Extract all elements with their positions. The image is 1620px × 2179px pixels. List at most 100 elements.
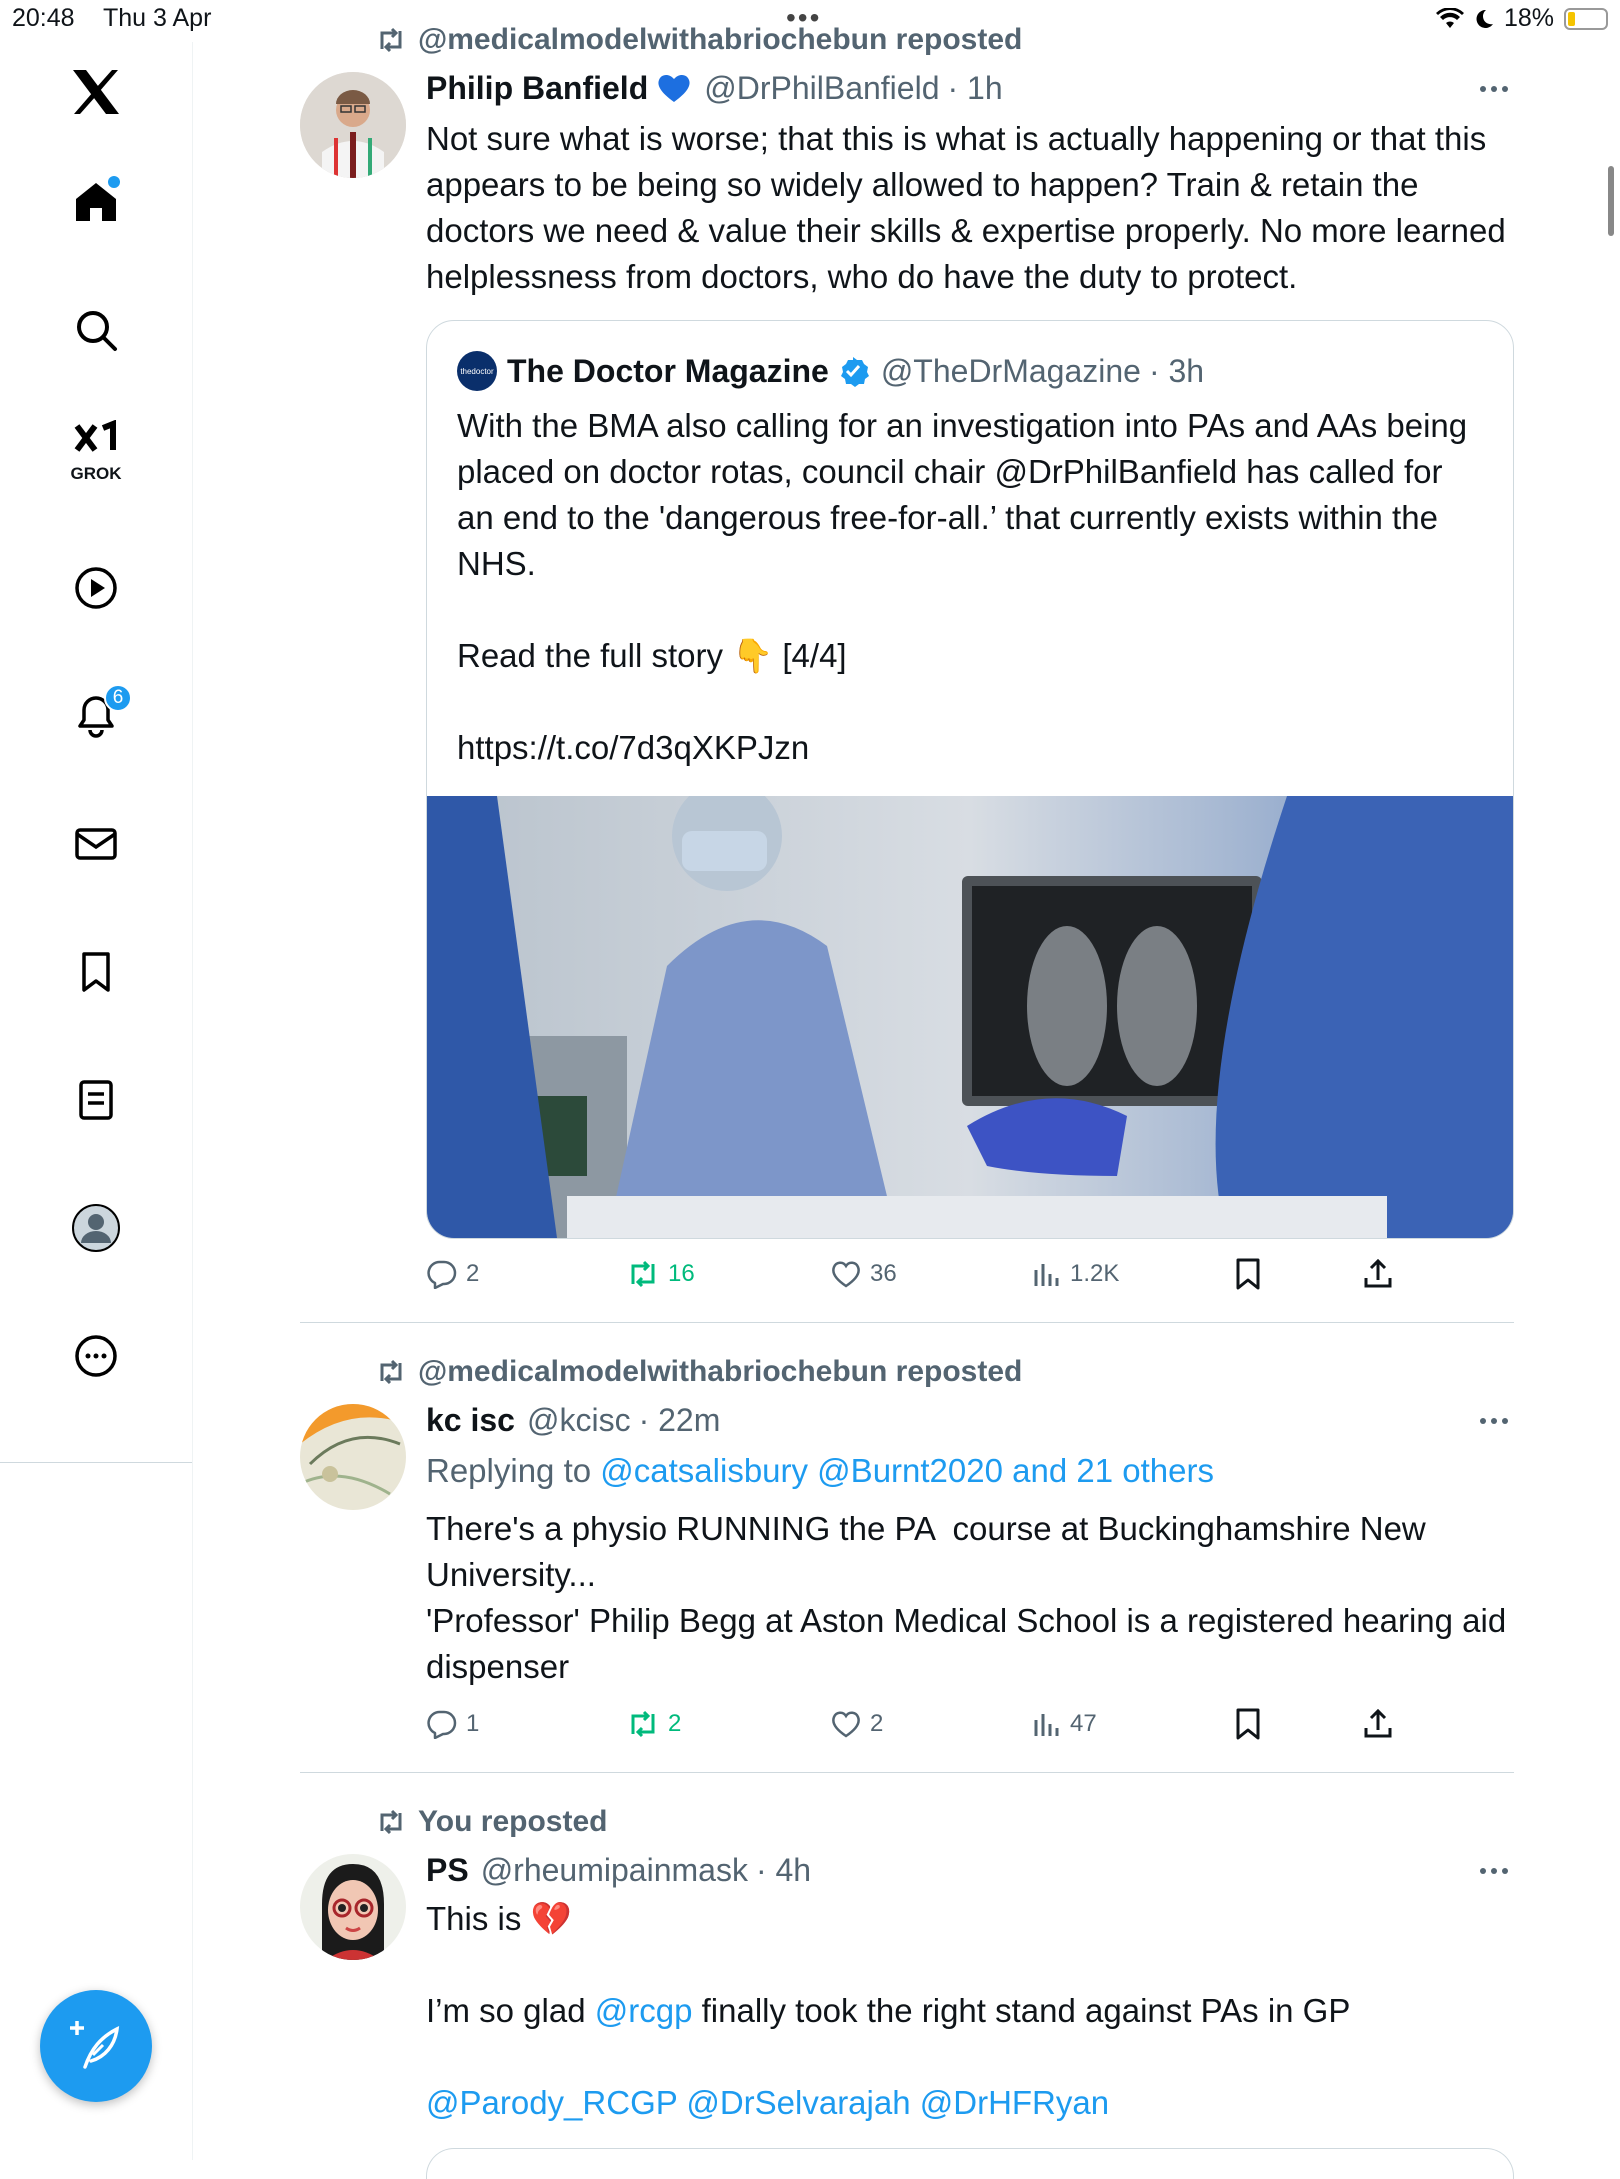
- post-time[interactable]: · 4h: [756, 1852, 811, 1889]
- analytics-icon: [1034, 1264, 1059, 1286]
- ellipsis-icon: [1480, 86, 1508, 92]
- share-icon: [1364, 1708, 1392, 1738]
- notifications-badge: 6: [104, 684, 132, 712]
- bookmark-icon: [1236, 1708, 1260, 1740]
- author-name[interactable]: PS: [426, 1852, 469, 1889]
- status-time: 20:48: [12, 4, 75, 32]
- like-button[interactable]: 2: [830, 1704, 883, 1744]
- repost-button[interactable]: 16: [626, 1254, 695, 1294]
- sidebar-nav: GROK 6: [0, 42, 193, 2160]
- views-button[interactable]: 1.2K: [1032, 1254, 1119, 1294]
- reply-icon: [427, 1260, 457, 1289]
- replying-to: Replying to @catsalisbury @Burnt2020 and…: [426, 1452, 1214, 1490]
- views-button[interactable]: 47: [1032, 1704, 1097, 1744]
- moon-icon: [1476, 9, 1493, 28]
- battery-icon: [1564, 7, 1608, 30]
- list-icon: [79, 1080, 113, 1120]
- sidebar-item-explore[interactable]: [66, 300, 126, 360]
- quote-author-name[interactable]: The Doctor Magazine: [507, 353, 829, 390]
- more-options-button[interactable]: [1474, 1406, 1514, 1436]
- compose-post-button[interactable]: [40, 1990, 152, 2102]
- quote-media-image[interactable]: [427, 781, 1513, 1238]
- author-name[interactable]: kc isc: [426, 1402, 515, 1439]
- share-icon: [1364, 1258, 1392, 1288]
- author-handle[interactable]: @DrPhilBanfield: [704, 70, 939, 107]
- tweet-header: PS @rheumipainmask · 4h: [426, 1850, 811, 1890]
- status-indicators: 18%: [1435, 4, 1608, 33]
- mention-links[interactable]: @Parody_RCGP @DrSelvarajah @DrHFRyan: [426, 2080, 1516, 2126]
- like-button[interactable]: 36: [830, 1254, 897, 1294]
- post-time[interactable]: · 1h: [947, 70, 1002, 107]
- sidebar-item-grok[interactable]: GROK: [66, 420, 126, 500]
- x-logo-icon[interactable]: [66, 62, 126, 122]
- tweet-divider: [300, 1772, 1514, 1773]
- repost-indicator: You reposted: [376, 1804, 607, 1840]
- repost-label: @medicalmodelwithabriochebun reposted: [418, 23, 1023, 56]
- author-handle[interactable]: @rheumipainmask: [481, 1852, 748, 1889]
- author-handle[interactable]: @kcisc: [527, 1402, 631, 1439]
- heart-icon: [832, 1261, 860, 1288]
- sidebar-item-lists[interactable]: [66, 1070, 126, 1130]
- quoted-tweet[interactable]: thedoctor The Doctor Magazine @TheDrMaga…: [426, 320, 1514, 1239]
- avatar[interactable]: [300, 1854, 406, 1960]
- views-count: 47: [1070, 1710, 1097, 1737]
- more-options-button[interactable]: [1474, 74, 1514, 104]
- quote-text: With the BMA also calling for an investi…: [457, 407, 1468, 766]
- search-icon: [77, 311, 117, 351]
- tweet-text-line-1: This is 💔: [426, 1900, 572, 1937]
- sidebar-item-video[interactable]: [66, 558, 126, 618]
- heart-icon: [832, 1711, 860, 1738]
- quote-post-time: · 3h: [1148, 352, 1205, 389]
- share-button[interactable]: [1362, 1254, 1394, 1294]
- reply-count: 2: [466, 1260, 480, 1287]
- quoted-tweet[interactable]: [426, 2148, 1514, 2179]
- tweet-divider: [300, 1322, 1514, 1323]
- sidebar-item-bookmarks[interactable]: [66, 942, 126, 1002]
- tweet-text-part: I’m so glad: [426, 1992, 586, 2029]
- repost-indicator: @medicalmodelwithabriochebun reposted: [376, 1354, 1022, 1390]
- tweet-text: Not sure what is worse; that this is wha…: [426, 120, 1515, 295]
- tweet-actions: 1 2 2 47: [426, 1704, 1426, 1744]
- bookmark-button[interactable]: [1234, 1254, 1262, 1294]
- replying-to-users[interactable]: @catsalisbury @Burnt2020 and 21 others: [600, 1452, 1214, 1489]
- avatar[interactable]: [300, 1404, 406, 1510]
- analytics-icon: [1034, 1714, 1059, 1736]
- verified-badge-icon: [840, 357, 869, 387]
- post-time[interactable]: · 22m: [639, 1402, 721, 1439]
- repost-icon: [631, 1260, 655, 1288]
- status-date: Thu 3 Apr: [103, 4, 212, 32]
- repost-label: You reposted: [418, 1805, 608, 1838]
- repost-icon: [380, 1809, 402, 1835]
- play-circle-icon: [75, 567, 117, 609]
- mention-link[interactable]: @rcgp: [595, 1992, 693, 2029]
- more-circle-icon: [75, 1335, 117, 1377]
- repost-label: @medicalmodelwithabriochebun reposted: [418, 1355, 1023, 1388]
- like-count: 2: [870, 1710, 884, 1737]
- reply-button[interactable]: 1: [426, 1704, 479, 1744]
- blue-heart-icon: [658, 74, 690, 102]
- profile-avatar-icon: [72, 1204, 120, 1252]
- mail-icon: [75, 828, 117, 860]
- more-options-button[interactable]: [1474, 1856, 1514, 1886]
- bookmark-button[interactable]: [1234, 1704, 1262, 1744]
- repost-button[interactable]: 2: [626, 1704, 681, 1744]
- avatar[interactable]: [300, 72, 406, 178]
- sidebar-item-more[interactable]: [66, 1326, 126, 1386]
- share-button[interactable]: [1362, 1704, 1394, 1744]
- quote-author-handle[interactable]: @TheDrMagazine: [881, 353, 1141, 390]
- sidebar-item-messages[interactable]: [66, 814, 126, 874]
- grok-icon: [74, 420, 116, 452]
- quote-avatar[interactable]: thedoctor: [457, 351, 497, 391]
- sidebar-item-home[interactable]: [66, 172, 126, 232]
- author-name[interactable]: Philip Banfield: [426, 70, 648, 107]
- repost-indicator: @medicalmodelwithabriochebun reposted: [376, 22, 1022, 58]
- battery-percent: 18%: [1503, 4, 1554, 32]
- ellipsis-icon: [1480, 1418, 1508, 1424]
- quote-header: thedoctor The Doctor Magazine @TheDrMaga…: [457, 351, 1204, 391]
- tweet-text: There's a physio RUNNING the PA course a…: [426, 1510, 1507, 1685]
- reply-button[interactable]: 2: [426, 1254, 479, 1294]
- scrollbar-thumb[interactable]: [1608, 166, 1614, 236]
- sidebar-item-notifications[interactable]: 6: [66, 684, 132, 746]
- wifi-icon: [1435, 7, 1464, 28]
- sidebar-item-profile[interactable]: [66, 1198, 126, 1258]
